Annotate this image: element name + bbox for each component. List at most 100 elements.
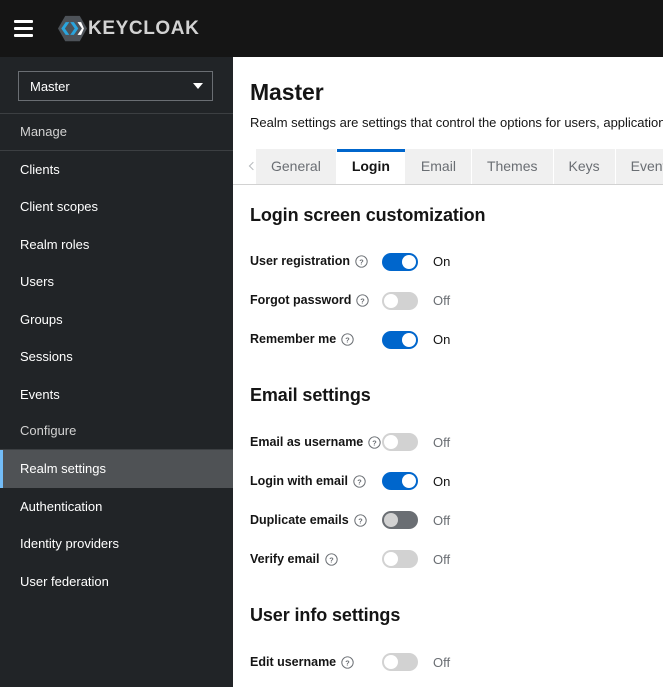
toggle-remember-me[interactable]	[382, 330, 418, 349]
toggle-knob	[402, 254, 416, 269]
field-label-text: Duplicate emails	[250, 512, 349, 527]
field-label-forgot-password: Forgot password ?	[250, 293, 382, 308]
sidebar-item-user-federation[interactable]: User federation	[0, 563, 233, 601]
toggle-user-registration[interactable]	[382, 252, 418, 271]
field-label-text: Verify email	[250, 551, 320, 566]
help-circle-icon[interactable]: ?	[355, 255, 368, 269]
field-label-remember-me: Remember me ?	[250, 332, 382, 347]
realm-selector[interactable]: Master	[18, 71, 213, 101]
toggle-state-duplicate-emails: Off	[433, 512, 451, 528]
sidebar-item-users[interactable]: Users	[0, 263, 233, 301]
field-label-text: Forgot password	[250, 293, 352, 308]
hamburger-bar	[13, 20, 33, 23]
sidebar-item-realm-settings[interactable]: Realm settings	[0, 450, 233, 488]
page-title: Master	[250, 79, 324, 105]
section-heading-login-screen-customization: Login screen customization	[250, 204, 486, 225]
tab-themes[interactable]: Themes	[471, 148, 554, 184]
field-row-duplicate-emails: Duplicate emails ? Off	[250, 501, 663, 540]
sidebar-item-clients[interactable]: Clients	[0, 151, 233, 189]
nav-section-title-configure: Configure	[20, 423, 77, 439]
toggle-knob	[384, 552, 398, 567]
help-circle-icon[interactable]: ?	[341, 655, 354, 669]
field-label-text: User registration	[250, 254, 351, 269]
field-label-login-with-email: Login with email ?	[250, 474, 382, 489]
toggle-verify-email[interactable]	[382, 550, 418, 569]
realm-selector-value: Master	[30, 78, 70, 94]
toggle-state-login-with-email: On	[433, 473, 451, 489]
field-row-edit-username: Edit username ? Off	[250, 643, 663, 682]
field-label-text: Edit username	[250, 654, 337, 669]
page-header: Master Realm settings are settings that …	[233, 57, 663, 132]
field-row-user-registration: User registration ? On	[250, 242, 663, 281]
toggle-edit-username[interactable]	[382, 653, 418, 672]
tab-email[interactable]: Email	[405, 148, 472, 184]
sidebar-item-sessions[interactable]: Sessions	[0, 338, 233, 376]
svg-text:?: ?	[358, 516, 363, 525]
toggle-state-remember-me: On	[433, 332, 451, 348]
help-circle-icon[interactable]: ?	[356, 294, 370, 308]
keycloak-admin-console: KEYCLOAK Master Manage Clients Client sc…	[0, 0, 663, 687]
toggle-state-verify-email: Off	[433, 551, 451, 567]
hamburger-bar	[13, 27, 33, 30]
chevron-down-icon	[193, 83, 203, 89]
svg-text:?: ?	[373, 438, 378, 447]
field-label-email-as-username: Email as username ?	[250, 435, 382, 450]
sidebar-item-events[interactable]: Events	[0, 376, 233, 414]
login-settings-form: Login screen customization User registra…	[233, 185, 663, 682]
toggle-state-forgot-password: Off	[433, 293, 451, 309]
nav-section-title-manage: Manage	[20, 124, 67, 139]
tab-events[interactable]: Events	[615, 148, 663, 184]
svg-text:?: ?	[329, 555, 334, 564]
svg-text:?: ?	[361, 297, 366, 306]
realm-selector-wrapper: Master	[0, 57, 233, 113]
keycloak-logo-icon	[58, 15, 87, 42]
toggle-forgot-password[interactable]	[382, 291, 418, 310]
field-label-text: Remember me	[250, 332, 337, 347]
tab-bar: General Login Email Themes Keys Events	[233, 148, 663, 185]
field-label-user-registration: User registration ?	[250, 254, 382, 269]
sidebar-item-realm-roles[interactable]: Realm roles	[0, 226, 233, 264]
toggle-knob	[384, 293, 398, 308]
hamburger-icon[interactable]	[0, 0, 46, 57]
field-label-edit-username: Edit username ?	[250, 655, 382, 670]
field-row-email-as-username: Email as username ? Off	[250, 423, 663, 462]
field-row-login-with-email: Login with email ? On	[250, 462, 663, 501]
toggle-knob	[402, 332, 416, 347]
sidebar-item-identity-providers[interactable]: Identity providers	[0, 525, 233, 563]
toggle-knob	[402, 474, 416, 489]
svg-text:?: ?	[345, 658, 350, 667]
help-circle-icon[interactable]: ?	[341, 333, 354, 347]
tab-login[interactable]: Login	[336, 148, 406, 184]
sidebar-item-client-scopes[interactable]: Client scopes	[0, 188, 233, 226]
svg-text:?: ?	[357, 477, 362, 486]
tab-keys[interactable]: Keys	[553, 148, 616, 184]
field-row-forgot-password: Forgot password ? Off	[250, 281, 663, 320]
toggle-knob	[384, 655, 398, 670]
toggle-login-with-email[interactable]	[382, 472, 418, 491]
masthead: KEYCLOAK	[0, 0, 663, 57]
svg-text:?: ?	[345, 336, 350, 345]
help-circle-icon[interactable]: ?	[324, 553, 338, 566]
page-subtitle: Realm settings are settings that control…	[250, 114, 663, 130]
svg-text:?: ?	[359, 258, 364, 267]
sidebar-item-groups[interactable]: Groups	[0, 301, 233, 339]
brand-text: KEYCLOAK	[88, 18, 200, 39]
field-row-remember-me: Remember me ? On	[250, 320, 663, 359]
toggle-knob	[384, 513, 398, 528]
toggle-duplicate-emails[interactable]	[382, 511, 418, 530]
help-circle-icon[interactable]: ?	[368, 436, 381, 449]
toggle-state-user-registration: On	[433, 254, 451, 270]
help-circle-icon[interactable]: ?	[353, 475, 366, 488]
sidebar: Master Manage Clients Client scopes Real…	[0, 57, 233, 687]
field-label-text: Login with email	[250, 473, 348, 488]
section-heading-user-info-settings: User info settings	[250, 604, 401, 625]
hamburger-bar	[13, 34, 33, 37]
sidebar-item-authentication[interactable]: Authentication	[0, 488, 233, 526]
help-circle-icon[interactable]: ?	[353, 514, 367, 527]
brand-logo[interactable]: KEYCLOAK	[58, 14, 199, 43]
toggle-state-edit-username: Off	[433, 654, 451, 670]
toggle-email-as-username[interactable]	[382, 433, 418, 452]
main-content: Master Realm settings are settings that …	[233, 57, 663, 687]
field-label-duplicate-emails: Duplicate emails ?	[250, 513, 382, 528]
tab-general[interactable]: General	[256, 148, 337, 184]
